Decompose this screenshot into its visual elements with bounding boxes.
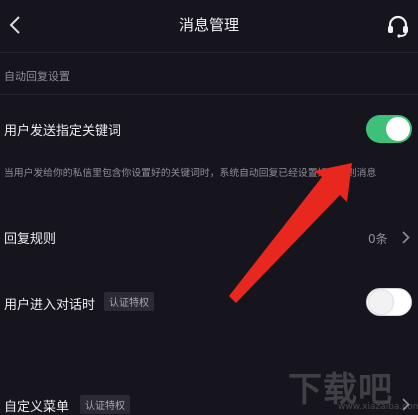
watermark-url: www.xiazaiba.com <box>338 402 418 412</box>
annotation-arrow-icon <box>229 163 352 303</box>
